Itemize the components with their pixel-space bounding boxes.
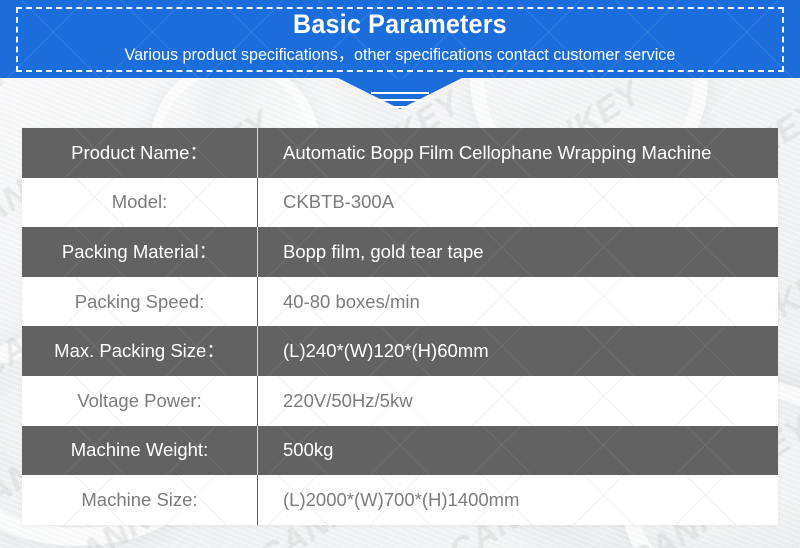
chevron-line [387,106,413,108]
table-row: Machine Weight: 500kg [22,425,778,476]
chevron-line [371,92,429,94]
spec-value: Bopp film, gold tear tape [283,240,484,262]
banner-text-group: Basic Parameters Various product specifi… [0,0,800,78]
chevron-down-icon [338,78,462,112]
header-banner: Basic Parameters Various product specifi… [0,0,800,78]
spec-value: (L)240*(W)120*(H)60mm [283,340,489,362]
table-row: Product Name： Automatic Bopp Film Celloph… [22,128,778,178]
spec-value: (L)2000*(W)700*(H)1400mm [283,488,520,510]
page-title: Basic Parameters [293,9,507,39]
table-row: Packing Material： Bopp film, gold tear ta… [22,227,778,277]
column-divider [257,375,258,426]
spec-label: Product Name： [71,141,208,163]
spec-label: Max. Packing Size： [54,340,225,362]
spec-sheet-page: CANKEYCANKEYCANKEYCANKEYCANKEYCANKEYCANK… [0,0,800,548]
spec-value: CKBTB-300A [283,191,395,213]
table-row: Machine Size: (L)2000*(W)700*(H)1400mm [22,475,778,525]
specifications-table: Product Name： Automatic Bopp Film Celloph… [22,128,778,525]
spec-label: Machine Weight: [70,439,209,461]
column-divider [257,177,258,228]
spec-value: Automatic Bopp Film Cellophane Wrapping … [283,141,712,163]
table-row: Max. Packing Size： (L)240*(W)120*(H)60mm [22,326,778,376]
spec-label: Packing Material： [61,240,218,262]
spec-value: 220V/50Hz/5kw [283,389,413,411]
spec-label: Model: [111,191,168,213]
column-divider [257,128,258,178]
column-divider [257,326,258,376]
column-divider [257,425,258,476]
chevron-line [378,99,422,101]
table-row: Model: CKBTB-300A [22,177,778,228]
spec-label: Packing Speed: [74,290,205,312]
table-row: Packing Speed: 40-80 boxes/min [22,276,778,327]
spec-value: 40-80 boxes/min [283,290,420,312]
table-row: Voltage Power: 220V/50Hz/5kw [22,375,778,426]
spec-label: Machine Size: [81,488,198,510]
spec-value: 500kg [283,439,334,461]
chevron-inner-lines [352,77,448,108]
spec-label: Voltage Power: [77,389,202,411]
column-divider [257,227,258,277]
page-subtitle: Various product specifications，other spe… [124,45,676,64]
column-divider [257,475,258,525]
column-divider [257,276,258,327]
